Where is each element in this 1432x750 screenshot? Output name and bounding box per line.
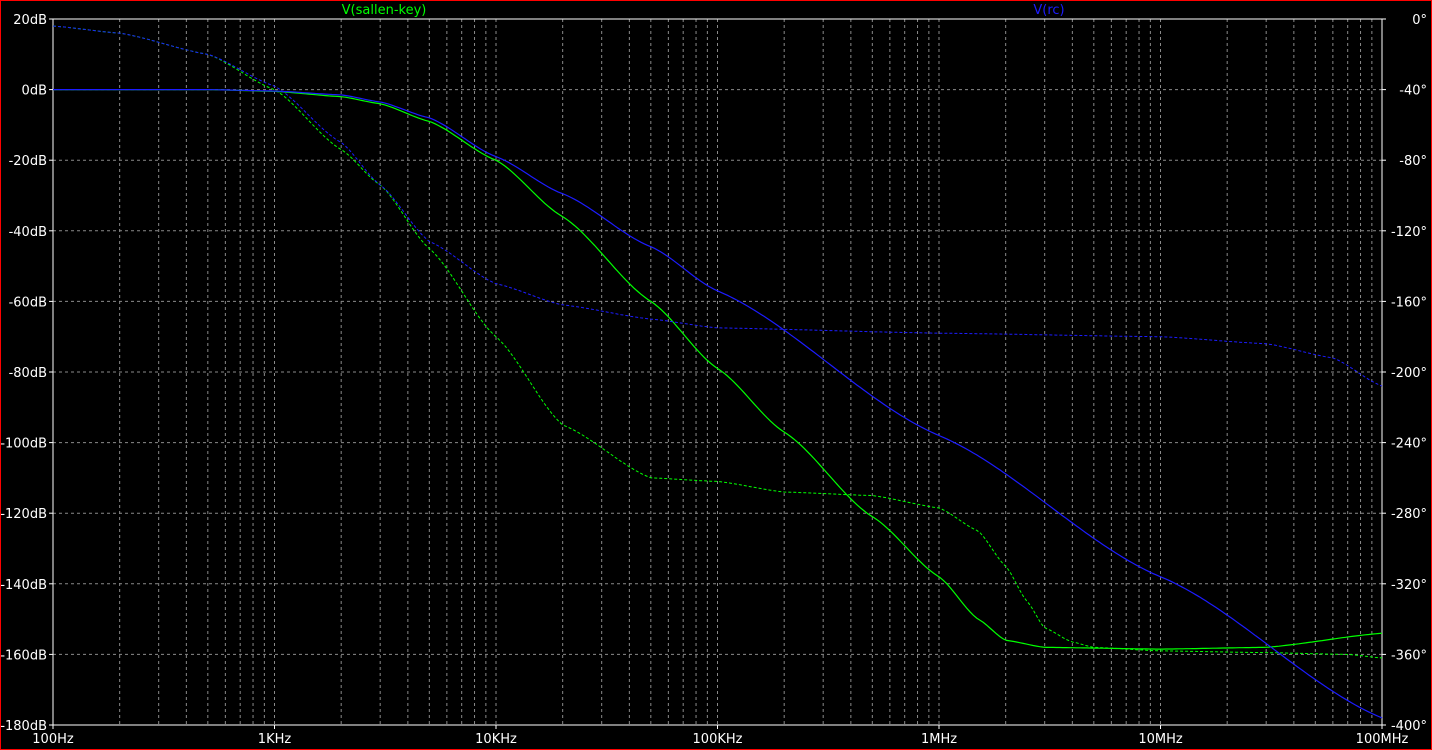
x-tick-label: 100Hz (32, 732, 74, 747)
left-tick-label: -180dB (0, 719, 47, 734)
bode-plot: 100Hz 1KHz 10KHz 100KHz 1MHz 10MHz 100MHz 20dB… (0, 3, 1427, 747)
right-axis-tick-labels: 0° -40° -80° -120° -160° -200° -240° -280° -320°… (1382, 13, 1427, 734)
x-axis-tick-labels: 100Hz 1KHz 10KHz 100KHz 1MHz 10MHz 100MHz (32, 725, 1408, 747)
left-tick-label: -120dB (0, 507, 47, 522)
right-tick-label: -80° (1399, 154, 1427, 169)
right-tick-label: -40° (1399, 84, 1427, 99)
right-tick-label: -200° (1391, 366, 1427, 381)
left-tick-label: -80dB (9, 366, 47, 381)
right-tick-label: -160° (1391, 295, 1427, 310)
left-tick-label: -40dB (9, 225, 47, 240)
phase-trace-sallen-key (52, 25, 1383, 659)
grid-lines (53, 19, 1382, 725)
right-tick-label: -360° (1391, 648, 1427, 663)
x-tick-label: 100MHz (1356, 732, 1409, 747)
right-tick-label: -320° (1391, 578, 1427, 593)
left-tick-label: -60dB (9, 295, 47, 310)
left-tick-label: 0dB (22, 84, 47, 99)
x-tick-label: 1KHz (258, 732, 292, 747)
left-tick-label: -20dB (9, 154, 47, 169)
right-tick-label: 0° (1412, 13, 1427, 28)
right-tick-label: -400° (1391, 719, 1427, 734)
right-tick-label: -120° (1391, 225, 1427, 240)
legend-sallen-key[interactable]: V(sallen-key) (342, 3, 427, 18)
x-tick-label: 10MHz (1138, 732, 1183, 747)
left-tick-label: -140dB (0, 578, 47, 593)
right-tick-label: -240° (1391, 437, 1427, 452)
x-tick-label: 1MHz (921, 732, 957, 747)
legend-rc[interactable]: V(rc) (1033, 3, 1064, 18)
left-tick-label: -100dB (0, 437, 47, 452)
x-tick-label: 10KHz (475, 732, 517, 747)
right-tick-label: -280° (1391, 507, 1427, 522)
left-tick-label: 20dB (13, 13, 47, 28)
x-tick-label: 100KHz (693, 732, 743, 747)
left-axis-tick-labels: 20dB 0dB -20dB -40dB -60dB -80dB -100dB -120dB -… (0, 13, 53, 734)
left-tick-label: -160dB (0, 648, 47, 663)
